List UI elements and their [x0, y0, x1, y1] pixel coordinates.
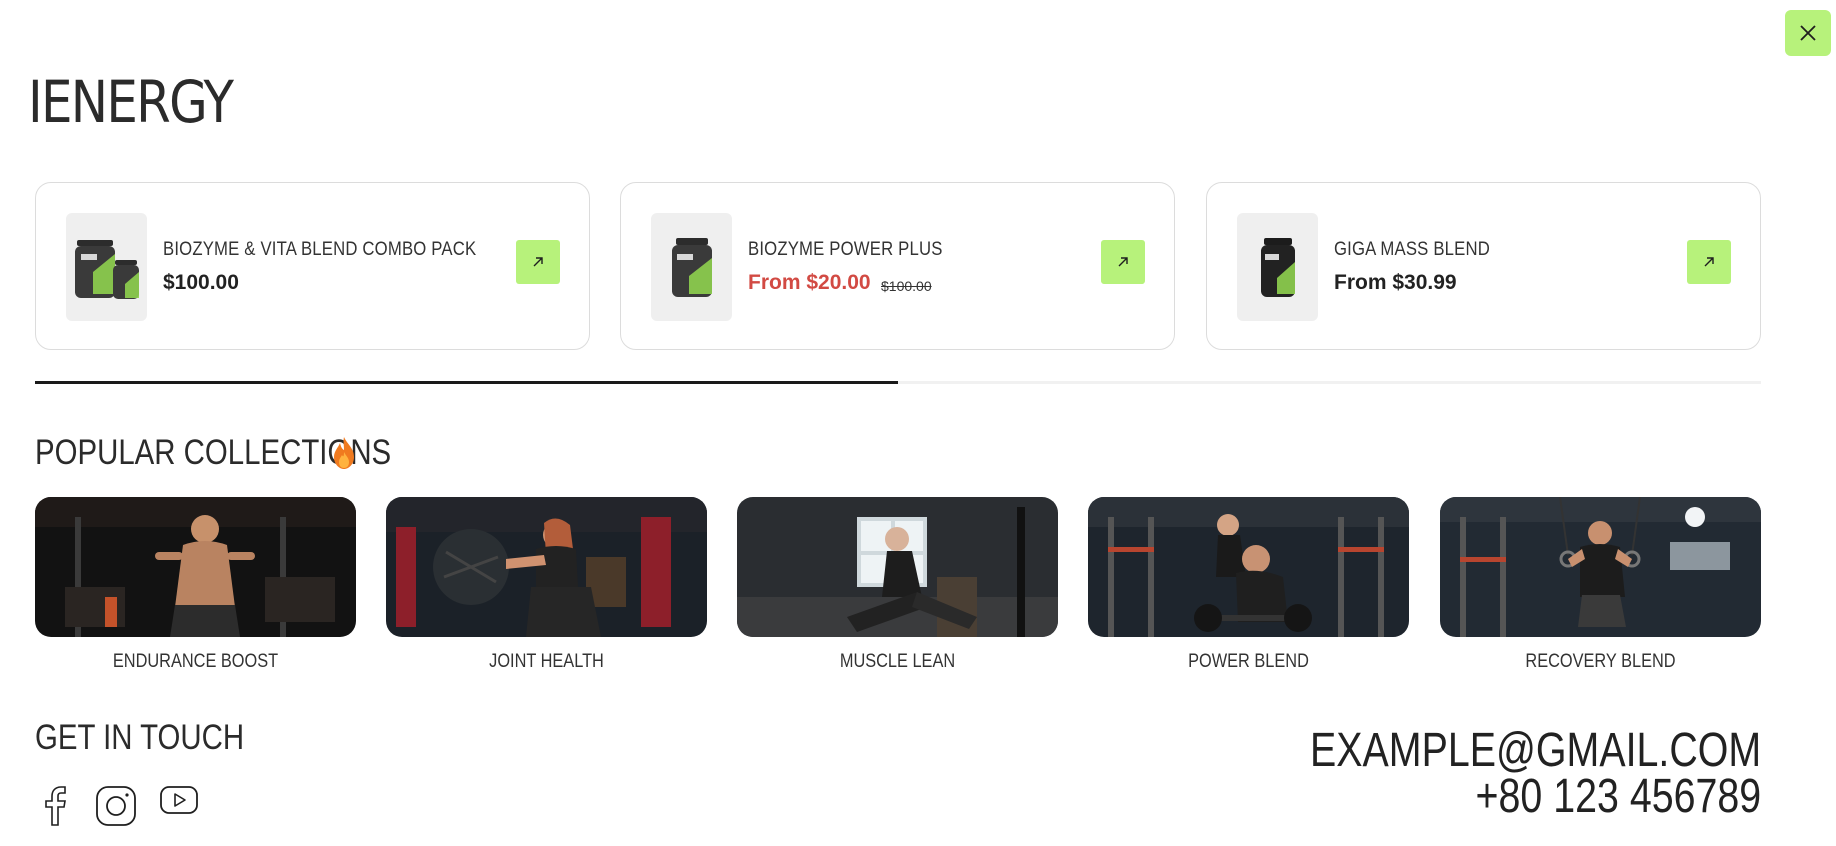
collection-endurance-boost[interactable]: ENDURANCE BOOST — [35, 497, 356, 673]
supplement-jar-icon — [671, 238, 712, 297]
supplement-jar-pack-icon — [74, 240, 139, 299]
carousel-progress-track[interactable] — [35, 381, 1761, 384]
collection-label[interactable]: JOINT HEALTH — [408, 651, 684, 673]
collection-list: ENDURANCE BOOST JOINT HEALTH MUSCLE LEAN… — [35, 497, 1761, 687]
collection-power-blend[interactable]: POWER BLEND — [1088, 497, 1409, 673]
collection-label[interactable]: MUSCLE LEAN — [759, 651, 1035, 673]
product-compare-price: $100.00 — [881, 278, 932, 294]
product-card[interactable]: GIGA MASS BLEND From $30.99 — [1206, 182, 1761, 350]
view-product-button[interactable] — [1101, 240, 1145, 284]
collection-muscle-lean[interactable]: MUSCLE LEAN — [737, 497, 1058, 673]
close-icon — [1800, 25, 1816, 41]
athlete-photo-icon — [1088, 497, 1409, 637]
collection-image[interactable] — [35, 497, 356, 637]
product-image[interactable] — [1237, 213, 1318, 321]
product-card[interactable]: BIOZYME & VITA BLEND COMBO PACK $100.00 — [35, 182, 590, 350]
product-image[interactable] — [66, 213, 147, 321]
collection-label[interactable]: ENDURANCE BOOST — [57, 651, 333, 673]
collection-image[interactable] — [737, 497, 1058, 637]
close-button[interactable] — [1785, 10, 1831, 56]
instagram-icon — [96, 786, 136, 826]
supplement-jar-icon — [1260, 238, 1295, 297]
facebook-link[interactable] — [40, 785, 74, 827]
facebook-icon — [45, 786, 66, 826]
collection-image[interactable] — [1088, 497, 1409, 637]
fire-icon — [334, 437, 354, 469]
contact-info: EXAMPLE@GMAIL.COM +80 123 456789 — [1211, 727, 1761, 821]
athlete-photo-icon — [737, 497, 1058, 637]
product-title[interactable]: BIOZYME & VITA BLEND COMBO PACK — [163, 239, 476, 261]
brand-logo-text[interactable]: IENERGY — [28, 68, 234, 136]
product-title[interactable]: GIGA MASS BLEND — [1334, 239, 1490, 261]
instagram-link[interactable] — [95, 785, 137, 827]
collection-recovery-blend[interactable]: RECOVERY BLEND — [1440, 497, 1761, 673]
collection-image[interactable] — [1440, 497, 1761, 637]
get-in-touch-heading: GET IN TOUCH — [35, 718, 245, 757]
product-image[interactable] — [651, 213, 732, 321]
product-price: From $30.99 — [1334, 271, 1457, 294]
youtube-icon — [160, 786, 198, 814]
arrow-up-right-icon — [1118, 257, 1128, 267]
contact-email-link[interactable]: EXAMPLE@GMAIL.COM — [1310, 727, 1761, 775]
carousel-progress-fill — [35, 381, 898, 384]
athlete-photo-icon — [386, 497, 707, 637]
athlete-photo-icon — [35, 497, 356, 637]
collection-label[interactable]: POWER BLEND — [1110, 651, 1386, 673]
arrow-up-right-icon — [1704, 257, 1714, 267]
collection-joint-health[interactable]: JOINT HEALTH — [386, 497, 707, 673]
product-title[interactable]: BIOZYME POWER PLUS — [748, 239, 943, 261]
contact-phone-link[interactable]: +80 123 456789 — [1310, 773, 1761, 821]
product-price: $100.00 — [163, 271, 239, 294]
view-product-button[interactable] — [1687, 240, 1731, 284]
collection-image[interactable] — [386, 497, 707, 637]
product-carousel: BIOZYME & VITA BLEND COMBO PACK $100.00 … — [35, 182, 1761, 350]
athlete-photo-icon — [1440, 497, 1761, 637]
collection-label[interactable]: RECOVERY BLEND — [1462, 651, 1738, 673]
view-product-button[interactable] — [516, 240, 560, 284]
youtube-link[interactable] — [158, 785, 200, 815]
product-card[interactable]: BIOZYME POWER PLUS From $20.00 $100.00 — [620, 182, 1175, 350]
product-sale-price: From $20.00 — [748, 271, 871, 294]
arrow-up-right-icon — [533, 257, 543, 267]
